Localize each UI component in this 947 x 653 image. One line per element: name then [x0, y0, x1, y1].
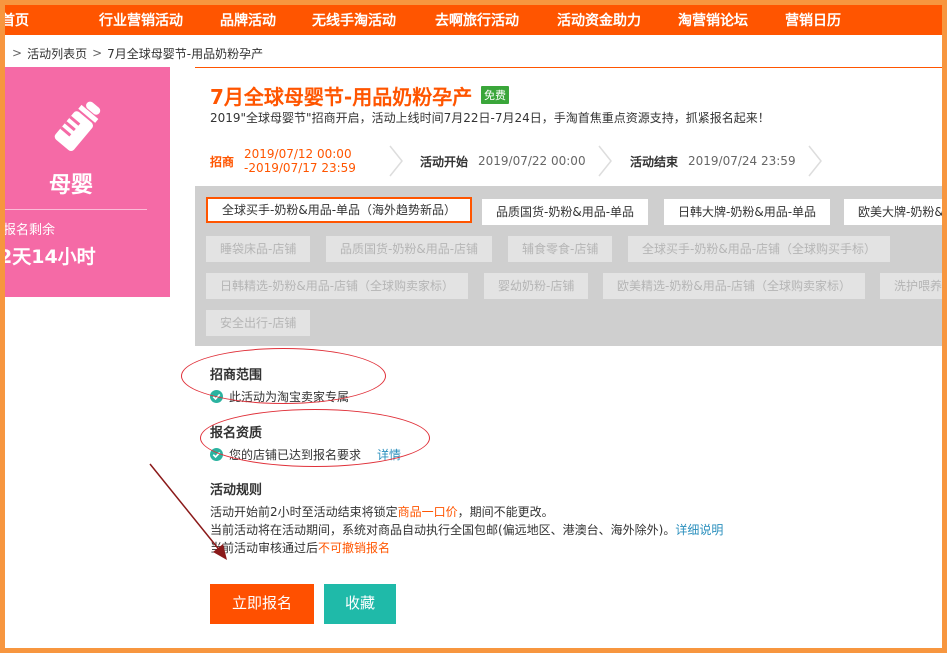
- step-value: 2019/07/22 00:00: [478, 154, 586, 168]
- step-value-end: -2019/07/17 23:59: [244, 161, 356, 175]
- remain-label: 报名剩余: [3, 223, 56, 238]
- nav-item-funding[interactable]: 活动资金助力: [557, 10, 641, 30]
- nav-item-calendar[interactable]: 营销日历: [785, 10, 841, 30]
- header-divider: [195, 67, 942, 68]
- nav-item-travel[interactable]: 去啊旅行活动: [435, 10, 519, 30]
- step-end: 活动结束 2019/07/24 23:59: [630, 135, 796, 187]
- rule-line-1: 活动开始前2小时至活动结束将锁定商品一口价，期间不能更改。: [210, 503, 554, 520]
- step-value-start: 2019/07/12 00:00: [244, 147, 352, 161]
- tag-item[interactable]: 品质国货-奶粉&用品-单品: [482, 199, 649, 225]
- tag-item[interactable]: 品质国货-奶粉&用品-店铺: [326, 236, 493, 262]
- rule-text: 活动开始前2小时至活动结束将锁定: [210, 505, 398, 519]
- category-name: 母婴: [49, 173, 94, 198]
- rule-text: 当前活动将在活动期间，系统对商品自动执行全国包邮(偏远地区、港澳台、海外除外)。: [210, 523, 676, 537]
- breadcrumb-current: 7月全球母婴节-用品奶粉孕产: [107, 46, 264, 61]
- tag-item[interactable]: 全球买手-奶粉&用品-单品（海外趋势新品）: [206, 197, 473, 223]
- step-value: 2019/07/24 23:59: [688, 154, 796, 168]
- tag-item[interactable]: 婴幼奶粉-店铺: [484, 273, 589, 299]
- tag-item[interactable]: 欧美精选-奶粉&用品-店铺（全球购卖家标）: [603, 273, 866, 299]
- free-badge: 免费: [481, 86, 509, 104]
- signup-button[interactable]: 立即报名: [210, 584, 314, 624]
- rule-line-2: 当前活动将在活动期间，系统对商品自动执行全国包邮(偏远地区、港澳台、海外除外)。…: [210, 521, 723, 538]
- sub-activity-tags: 全球买手-奶粉&用品-单品（海外趋势新品） 品质国货-奶粉&用品-单品 日韩大牌…: [195, 186, 942, 346]
- tag-item[interactable]: 辅食零食-店铺: [508, 236, 613, 262]
- favorite-button[interactable]: 收藏: [324, 584, 396, 624]
- rule-highlight: 商品一口价: [397, 505, 458, 519]
- breadcrumb: > 活动列表页 > 7月全球母婴节-用品奶粉孕产: [5, 39, 942, 67]
- step-recruit: 招商 2019/07/12 00:00 -2019/07/17 23:59: [210, 135, 356, 187]
- tag-item[interactable]: 洗护喂养: [880, 273, 942, 299]
- annotation-ellipse: [200, 409, 430, 467]
- activity-timeline: 招商 2019/07/12 00:00 -2019/07/17 23:59 活动…: [195, 135, 942, 187]
- step-label: 活动开始: [420, 154, 469, 169]
- step-label: 招商: [210, 154, 235, 169]
- nav-item-brand[interactable]: 品牌活动: [220, 10, 276, 30]
- tag-item[interactable]: 日韩大牌-奶粉&用品-单品: [664, 199, 831, 225]
- tag-item[interactable]: 欧美大牌-奶粉&: [844, 199, 942, 225]
- step-value: 2019/07/12 00:00 -2019/07/17 23:59: [244, 147, 356, 175]
- step-label: 活动结束: [630, 154, 679, 169]
- activity-title: 7月全球母婴节-用品奶粉孕产: [210, 85, 473, 109]
- activity-description: 2019"全球母婴节"招商开启，活动上线时间7月22日-7月24日，手淘首焦重点…: [210, 111, 770, 125]
- annotation-arrow-icon: [149, 463, 227, 560]
- rule-line-3: 当前活动审核通过后不可撤销报名: [210, 539, 390, 556]
- nav-item-industry[interactable]: 行业营销活动: [99, 10, 183, 30]
- step-start: 活动开始 2019/07/22 00:00: [420, 135, 586, 187]
- top-nav: 首页 行业营销活动 品牌活动 无线手淘活动 去啊旅行活动 活动资金助力 淘营销论…: [5, 5, 942, 35]
- nav-item-home[interactable]: 首页: [5, 10, 29, 30]
- breadcrumb-separator: >: [12, 46, 23, 60]
- rule-detail-link[interactable]: 详细说明: [675, 523, 723, 537]
- tag-item[interactable]: 睡袋床品-店铺: [206, 236, 311, 262]
- chevron-right-icon: [808, 145, 822, 177]
- nav-item-forum[interactable]: 淘营销论坛: [678, 10, 748, 30]
- nav-item-mobile[interactable]: 无线手淘活动: [312, 10, 396, 30]
- annotation-ellipse: [181, 348, 386, 404]
- card-divider: [5, 209, 147, 210]
- chevron-right-icon: [389, 145, 403, 177]
- rule-text: ，期间不能更改。: [457, 505, 554, 519]
- breadcrumb-separator: >: [92, 46, 103, 60]
- category-card: 母婴 报名剩余 2天14小时: [5, 67, 170, 297]
- page-frame: 首页 行业营销活动 品牌活动 无线手淘活动 去啊旅行活动 活动资金助力 淘营销论…: [0, 0, 947, 653]
- tag-item[interactable]: 安全出行-店铺: [206, 310, 311, 336]
- tag-item[interactable]: 全球买手-奶粉&用品-店铺（全球购买手标）: [628, 236, 891, 262]
- chevron-right-icon: [598, 145, 612, 177]
- remain-value: 2天14小时: [0, 246, 96, 268]
- baby-bottle-icon: [54, 101, 101, 151]
- tag-item[interactable]: 日韩精选-奶粉&用品-店铺（全球购卖家标）: [206, 273, 469, 299]
- breadcrumb-activity-list[interactable]: 活动列表页: [27, 45, 87, 62]
- rule-highlight: 不可撤销报名: [318, 541, 391, 555]
